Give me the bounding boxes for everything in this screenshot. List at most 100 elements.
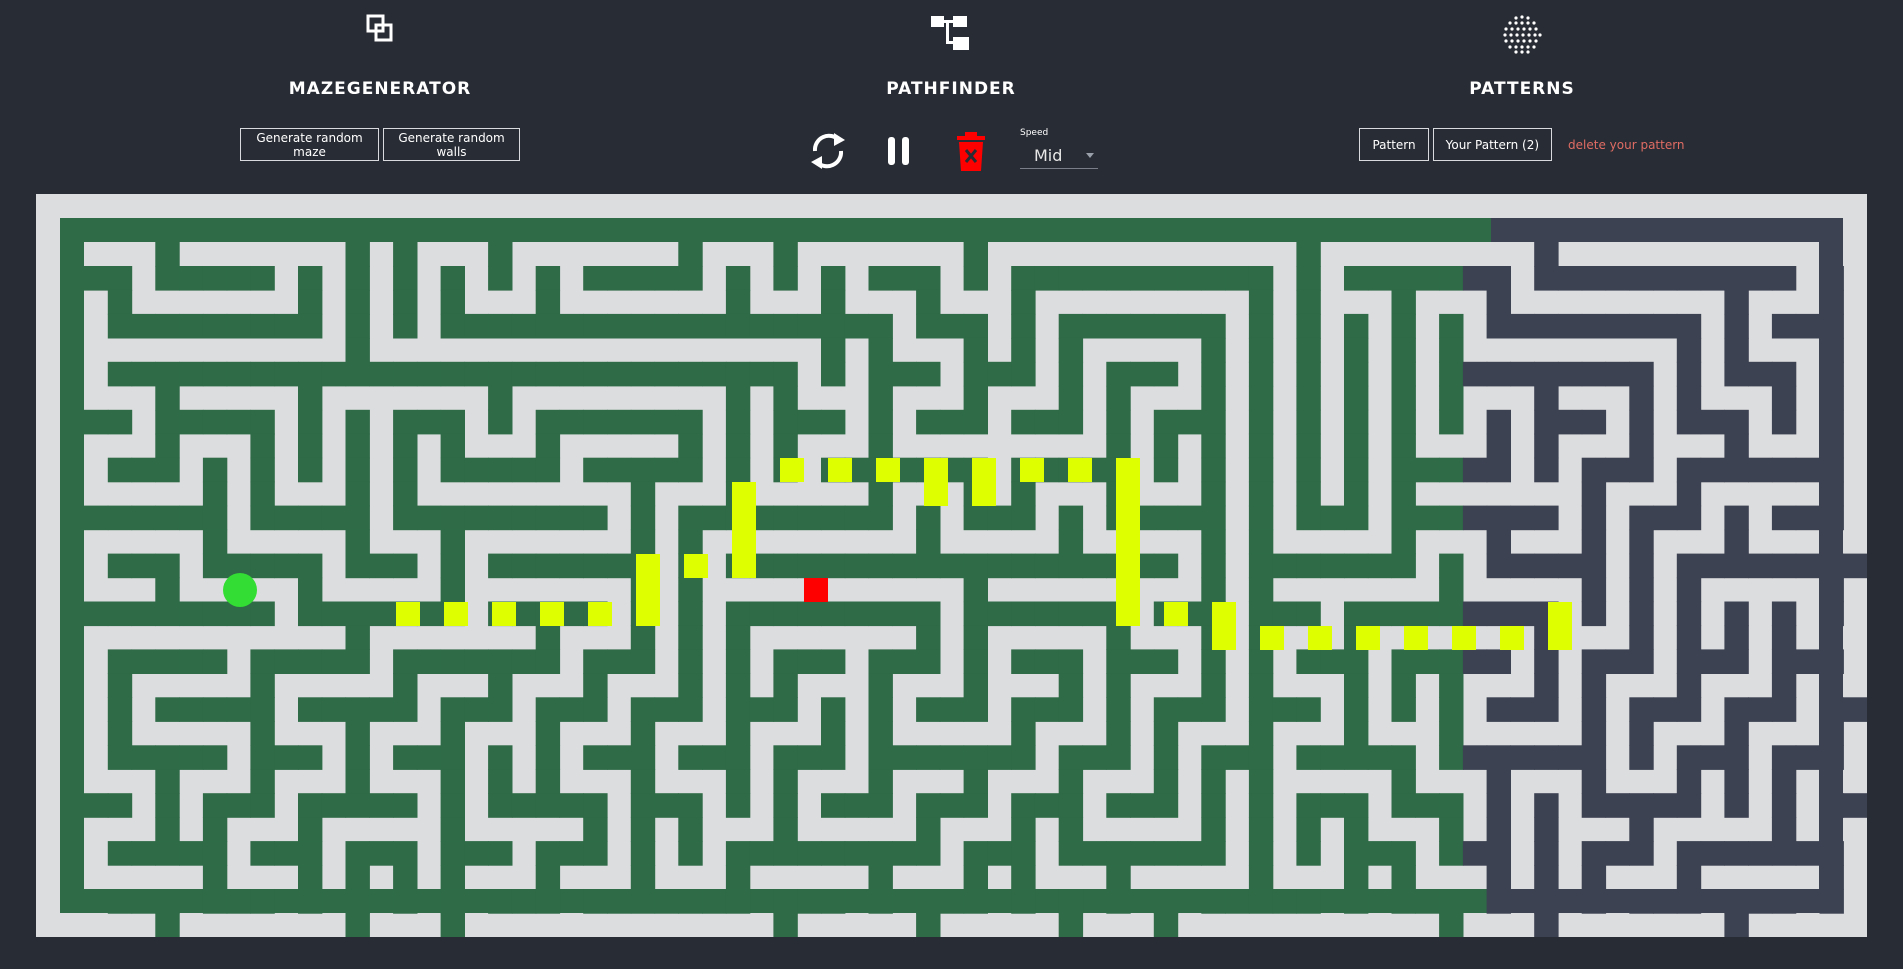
delete-pattern-link[interactable]: delete your pattern [1568,138,1685,152]
maze-wall-visited[interactable] [916,625,941,650]
maze-wall-visited[interactable] [773,242,798,267]
maze-wall-unvisited[interactable] [1629,817,1654,842]
maze-wall-unvisited[interactable] [1581,721,1607,746]
maze-wall-visited[interactable] [155,793,180,818]
maze-wall-visited[interactable] [369,841,394,866]
maze-wall-visited[interactable] [773,745,798,770]
maze-wall-visited[interactable] [630,697,656,722]
maze-wall-visited[interactable] [1415,457,1440,483]
maze-wall-visited[interactable] [298,433,323,459]
generate-random-maze-button[interactable]: Generate random maze [240,128,380,161]
maze-wall-visited[interactable] [511,649,537,674]
maze-wall-visited[interactable] [393,289,418,315]
maze-wall-unvisited[interactable] [1629,529,1654,555]
maze-wall-unvisited[interactable] [1771,889,1797,914]
maze-wall-unvisited[interactable] [1724,337,1749,363]
maze-wall-unvisited[interactable] [1581,529,1607,555]
maze-wall-visited[interactable] [916,505,941,531]
maze-wall-visited[interactable] [1130,841,1155,866]
maze-wall-visited[interactable] [345,625,370,650]
maze-wall-visited[interactable] [1153,457,1179,483]
maze-wall-visited[interactable] [583,673,608,698]
maze-wall-visited[interactable] [250,433,275,459]
maze-wall-visited[interactable] [1106,433,1131,459]
maze-wall-visited[interactable] [987,553,1012,579]
maze-wall-unvisited[interactable] [1486,865,1511,890]
maze-wall-visited[interactable] [155,841,180,866]
maze-wall-visited[interactable] [987,505,1012,531]
maze-wall-unvisited[interactable] [1819,385,1844,411]
maze-wall-visited[interactable] [1177,266,1202,291]
maze-wall-visited[interactable] [654,361,679,387]
maze-wall-visited[interactable] [916,313,941,339]
maze-wall-visited[interactable] [488,745,513,770]
maze-wall-visited[interactable] [654,457,679,483]
maze-wall-visited[interactable] [226,361,251,387]
maze-wall-visited[interactable] [1011,289,1036,315]
maze-wall-visited[interactable] [535,553,561,579]
maze-wall-unvisited[interactable] [1748,266,1773,291]
maze-wall-unvisited[interactable] [1462,649,1488,674]
maze-wall-unvisited[interactable] [1629,385,1654,411]
maze-wall-visited[interactable] [868,266,893,291]
maze-wall-visited[interactable] [1344,721,1369,746]
maze-wall-unvisited[interactable] [1748,553,1773,579]
maze-wall-visited[interactable] [1391,313,1416,339]
maze-wall-visited[interactable] [1177,841,1202,866]
maze-wall-visited[interactable] [250,481,275,507]
maze-wall-visited[interactable] [1248,577,1274,603]
maze-wall-unvisited[interactable] [1605,793,1630,818]
maze-wall-unvisited[interactable] [1510,553,1535,579]
maze-wall-unvisited[interactable] [1700,841,1725,866]
maze-wall-visited[interactable] [1130,793,1155,818]
maze-wall-unvisited[interactable] [1676,577,1702,603]
maze-wall-visited[interactable] [797,649,822,674]
maze-wall-visited[interactable] [678,601,703,627]
maze-wall-visited[interactable] [250,601,275,627]
maze-wall-visited[interactable] [1439,313,1464,339]
maze-wall-unvisited[interactable] [1534,841,1559,866]
maze-wall-visited[interactable] [559,553,584,579]
maze-wall-visited[interactable] [1391,553,1416,579]
maze-wall-unvisited[interactable] [1724,409,1749,435]
maze-wall-unvisited[interactable] [1462,457,1488,483]
maze-wall-visited[interactable] [1034,266,1060,291]
maze-wall-unvisited[interactable] [1771,313,1797,339]
maze-wall-visited[interactable] [298,361,323,387]
maze-wall-visited[interactable] [963,889,988,914]
maze-wall-visited[interactable] [1391,481,1416,507]
maze-wall-visited[interactable] [1296,337,1321,363]
maze-wall-visited[interactable] [1201,553,1226,579]
maze-wall-visited[interactable] [725,457,751,483]
maze-wall-unvisited[interactable] [1605,313,1630,339]
maze-wall-visited[interactable] [440,697,465,722]
maze-wall-unvisited[interactable] [1676,601,1702,627]
maze-wall-visited[interactable] [345,505,370,531]
maze-wall-visited[interactable] [1058,385,1084,411]
maze-wall-unvisited[interactable] [1629,266,1654,291]
maze-wall-visited[interactable] [1296,553,1321,579]
maze-wall-visited[interactable] [725,865,751,890]
maze-wall-visited[interactable] [393,481,418,507]
maze-wall-visited[interactable] [250,841,275,866]
maze-wall-visited[interactable] [131,889,156,914]
maze-wall-visited[interactable] [84,409,109,435]
maze-wall-visited[interactable] [1272,889,1298,914]
maze-wall-visited[interactable] [1058,697,1084,722]
maze-wall-visited[interactable] [1439,721,1464,746]
maze-wall-visited[interactable] [1201,266,1226,291]
maze-wall-unvisited[interactable] [1462,361,1488,387]
maze-wall-visited[interactable] [1439,649,1464,674]
maze-wall-visited[interactable] [1391,361,1416,387]
maze-wall-visited[interactable] [1296,745,1321,770]
maze-wall-visited[interactable] [1153,649,1179,674]
maze-wall-visited[interactable] [1011,553,1036,579]
maze-wall-unvisited[interactable] [1771,505,1797,531]
maze-wall-unvisited[interactable] [1534,385,1559,411]
maze-wall-visited[interactable] [702,745,727,770]
maze-wall-visited[interactable] [250,769,275,794]
maze-wall-visited[interactable] [226,313,251,339]
maze-wall-visited[interactable] [131,313,156,339]
maze-wall-visited[interactable] [678,889,703,914]
maze-wall-visited[interactable] [535,433,561,459]
